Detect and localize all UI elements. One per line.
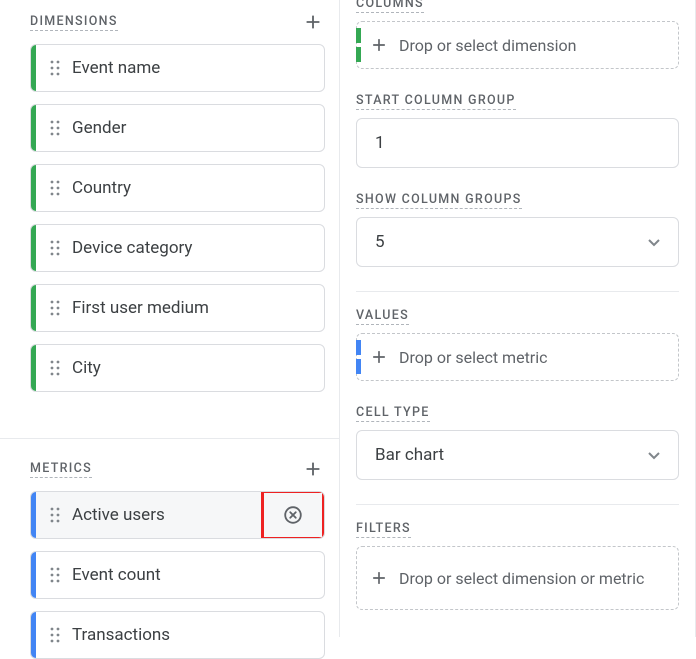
filters-drop-text: Drop or select dimension or metric	[399, 569, 644, 588]
remove-metric-button[interactable]	[282, 504, 304, 526]
show-column-groups-section: SHOW COLUMN GROUPS 5	[356, 192, 679, 267]
metric-label: Transactions	[72, 625, 324, 645]
columns-title: COLUMNS	[356, 0, 424, 13]
plus-icon	[302, 11, 324, 33]
dimension-stripe-icon	[356, 28, 361, 62]
metric-stripe	[31, 492, 36, 538]
filters-title: FILTERS	[356, 521, 411, 538]
metrics-section: METRICS Active users Event count Transac…	[0, 438, 339, 659]
plus-icon	[369, 347, 389, 367]
cell-type-value: Bar chart	[375, 445, 444, 465]
dimension-label: City	[72, 358, 324, 378]
filters-drop-zone[interactable]: Drop or select dimension or metric	[356, 546, 679, 610]
metric-stripe	[31, 612, 36, 658]
start-column-group-title: START COLUMN GROUP	[356, 93, 516, 110]
dimension-label: First user medium	[72, 298, 324, 318]
drag-handle-icon[interactable]	[48, 627, 62, 643]
cell-type-select[interactable]: Bar chart	[356, 430, 679, 480]
start-column-group-value: 1	[375, 133, 385, 153]
dimension-pill[interactable]: Event name	[30, 44, 325, 92]
dimension-label: Device category	[72, 238, 324, 258]
dimensions-section: DIMENSIONS Event name Gender Country Dev…	[30, 4, 325, 414]
dimension-stripe	[31, 45, 36, 91]
dimension-stripe	[31, 165, 36, 211]
remove-highlight	[261, 491, 325, 539]
plus-icon	[302, 458, 324, 480]
start-column-group-section: START COLUMN GROUP 1	[356, 93, 679, 168]
dimension-label: Event name	[72, 58, 324, 78]
drag-handle-icon[interactable]	[48, 240, 62, 256]
drag-handle-icon[interactable]	[48, 567, 62, 583]
dimension-pill[interactable]: Gender	[30, 104, 325, 152]
close-circle-icon	[282, 504, 304, 526]
cell-type-section: CELL TYPE Bar chart	[356, 405, 679, 480]
drag-handle-icon[interactable]	[48, 360, 62, 376]
show-column-groups-select[interactable]: 5	[356, 217, 679, 267]
metric-label: Active users	[72, 505, 261, 525]
plus-icon	[369, 568, 389, 588]
metric-pill[interactable]: Transactions	[30, 611, 325, 659]
dimension-stripe	[31, 345, 36, 391]
dimension-pill[interactable]: First user medium	[30, 284, 325, 332]
columns-drop-zone[interactable]: Drop or select dimension	[356, 21, 679, 69]
dimension-pill[interactable]: Device category	[30, 224, 325, 272]
plus-icon	[369, 35, 389, 55]
dimension-pill[interactable]: Country	[30, 164, 325, 212]
metric-pill[interactable]: Active users	[30, 491, 325, 539]
drag-handle-icon[interactable]	[48, 300, 62, 316]
drag-handle-icon[interactable]	[48, 507, 62, 523]
metric-stripe-icon	[356, 340, 361, 374]
drag-handle-icon[interactable]	[48, 120, 62, 136]
chevron-down-icon	[648, 232, 660, 252]
metrics-title: METRICS	[30, 461, 92, 478]
columns-drop-text: Drop or select dimension	[399, 36, 576, 55]
add-dimension-button[interactable]	[301, 10, 325, 34]
drag-handle-icon[interactable]	[48, 180, 62, 196]
dimension-stripe	[31, 225, 36, 271]
start-column-group-input[interactable]: 1	[356, 118, 679, 168]
values-title: VALUES	[356, 308, 409, 325]
drag-handle-icon[interactable]	[48, 60, 62, 76]
add-metric-button[interactable]	[301, 457, 325, 481]
values-drop-zone[interactable]: Drop or select metric	[356, 333, 679, 381]
metric-label: Event count	[72, 565, 324, 585]
show-column-groups-value: 5	[375, 232, 385, 252]
dimensions-title: DIMENSIONS	[30, 14, 118, 31]
dimension-stripe	[31, 105, 36, 151]
dimension-pill[interactable]: City	[30, 344, 325, 392]
show-column-groups-title: SHOW COLUMN GROUPS	[356, 192, 522, 209]
columns-section: COLUMNS Drop or select dimension	[356, 0, 679, 69]
metric-pill[interactable]: Event count	[30, 551, 325, 599]
metric-stripe	[31, 552, 36, 598]
values-drop-text: Drop or select metric	[399, 348, 548, 367]
dimension-label: Gender	[72, 118, 324, 138]
cell-type-title: CELL TYPE	[356, 405, 430, 422]
chevron-down-icon	[648, 445, 660, 465]
filters-section: FILTERS Drop or select dimension or metr…	[356, 521, 679, 610]
dimension-label: Country	[72, 178, 324, 198]
dimension-stripe	[31, 285, 36, 331]
values-section: VALUES Drop or select metric	[356, 308, 679, 381]
